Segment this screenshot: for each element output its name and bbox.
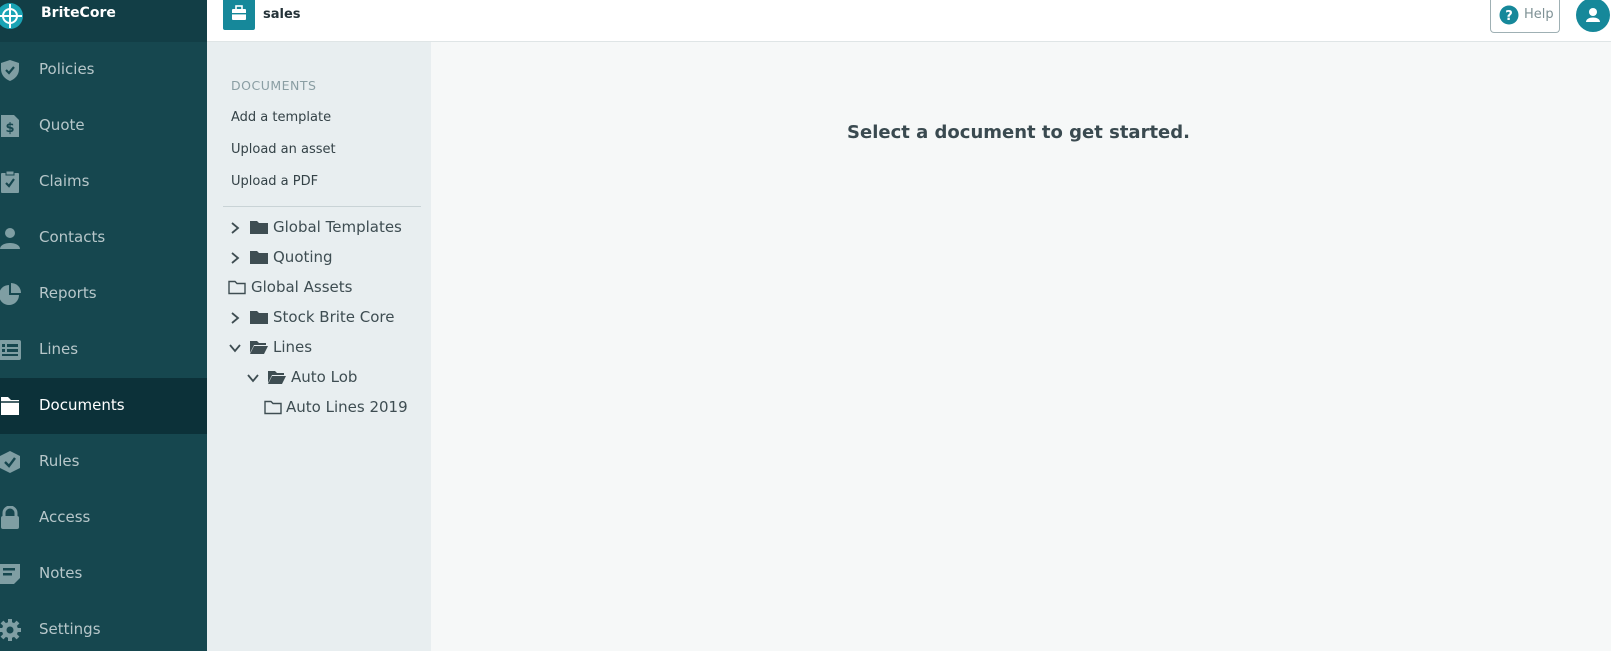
add-template-link[interactable]: Add a template xyxy=(231,110,331,125)
svg-text:$: $ xyxy=(5,121,14,136)
upload-asset-link[interactable]: Upload an asset xyxy=(231,142,336,157)
nav-label: Reports xyxy=(39,284,97,302)
nav-item-contacts[interactable]: Contacts xyxy=(0,210,207,266)
documents-panel: DOCUMENTS Add a template Upload an asset… xyxy=(207,42,431,651)
main-nav: BriteCore Policies $ Quote Claims Contac… xyxy=(0,0,207,651)
team-switcher[interactable] xyxy=(223,0,255,30)
user-avatar-icon xyxy=(1586,8,1600,22)
nav-item-rules[interactable]: Rules xyxy=(0,434,207,490)
tree-item-label: Auto Lob xyxy=(291,368,358,386)
clipboard-check-icon xyxy=(1,170,19,193)
folder-open-icon xyxy=(268,371,286,384)
chevron-right-icon xyxy=(231,252,240,264)
empty-state-message: Select a document to get started. xyxy=(847,122,1190,143)
tree-item-stock-brite-core[interactable]: Stock Brite Core xyxy=(228,306,428,330)
nav-label: Documents xyxy=(39,396,125,414)
nav-label: Notes xyxy=(39,564,83,582)
chevron-right-icon xyxy=(231,222,240,234)
gear-icon xyxy=(0,619,21,641)
tree-item-global-assets[interactable]: Global Assets xyxy=(228,276,428,300)
folder-open-icon xyxy=(250,341,268,354)
folder-outline-icon xyxy=(264,400,282,415)
divider xyxy=(223,206,421,207)
nav-item-policies[interactable]: Policies xyxy=(0,42,207,98)
note-icon xyxy=(0,564,20,584)
person-icon xyxy=(0,228,20,249)
britecore-logo-icon xyxy=(0,3,23,29)
folder-icon xyxy=(250,251,268,264)
lock-icon xyxy=(1,506,19,529)
tree-item-label: Global Assets xyxy=(251,278,353,296)
nav-label: Lines xyxy=(39,340,79,358)
question-circle-icon: ? xyxy=(1499,5,1519,25)
briefcase-icon xyxy=(232,5,246,20)
tree-item-auto-lines-2019[interactable]: Auto Lines 2019 xyxy=(264,396,428,420)
rules-icon xyxy=(0,451,20,473)
brand-name: BriteCore xyxy=(41,5,116,21)
folder-outline-icon xyxy=(228,280,246,295)
nav-label: Quote xyxy=(39,116,85,134)
top-bar: sales ? Help xyxy=(207,0,1611,42)
documents-heading: DOCUMENTS xyxy=(231,78,317,93)
nav-item-access[interactable]: Access xyxy=(0,490,207,546)
tree-item-label: Quoting xyxy=(273,248,333,266)
nav-item-notes[interactable]: Notes xyxy=(0,546,207,602)
nav-label: Claims xyxy=(39,172,90,190)
file-icon xyxy=(1,397,19,415)
svg-text:?: ? xyxy=(1505,9,1513,24)
main-content: Select a document to get started. xyxy=(431,42,1611,651)
tree-item-label: Lines xyxy=(273,338,313,356)
chevron-down-icon xyxy=(229,344,241,353)
user-menu-button[interactable] xyxy=(1576,0,1610,32)
tree-item-label: Stock Brite Core xyxy=(273,308,395,326)
nav-item-quote[interactable]: $ Quote xyxy=(0,98,207,154)
nav-label: Settings xyxy=(39,620,101,638)
folder-icon xyxy=(250,221,268,234)
chevron-right-icon xyxy=(231,312,240,324)
nav-item-documents[interactable]: Documents xyxy=(0,378,207,434)
nav-item-settings[interactable]: Settings xyxy=(0,602,207,651)
tree-item-global-templates[interactable]: Global Templates xyxy=(228,216,428,240)
dollar-document-icon: $ xyxy=(1,115,19,137)
folder-icon xyxy=(250,311,268,324)
nav-item-lines[interactable]: Lines xyxy=(0,322,207,378)
nav-label: Rules xyxy=(39,452,80,470)
tree-item-auto-lob[interactable]: Auto Lob xyxy=(246,366,428,390)
tree-item-label: Global Templates xyxy=(273,218,402,236)
list-icon xyxy=(0,340,21,360)
chevron-down-icon xyxy=(247,374,259,383)
tree-item-quoting[interactable]: Quoting xyxy=(228,246,428,270)
nav-item-reports[interactable]: Reports xyxy=(0,266,207,322)
shield-check-icon xyxy=(1,60,19,81)
nav-label: Contacts xyxy=(39,228,106,246)
brand-header[interactable]: BriteCore xyxy=(0,0,207,42)
nav-label: Policies xyxy=(39,60,95,78)
help-label: Help xyxy=(1524,7,1554,22)
team-name: sales xyxy=(263,7,301,22)
upload-pdf-link[interactable]: Upload a PDF xyxy=(231,174,318,189)
tree-item-label: Auto Lines 2019 xyxy=(286,398,408,416)
pie-chart-icon xyxy=(0,283,21,305)
tree-item-lines[interactable]: Lines xyxy=(228,336,428,360)
nav-label: Access xyxy=(39,508,91,526)
help-button[interactable]: ? Help xyxy=(1490,0,1560,33)
nav-item-claims[interactable]: Claims xyxy=(0,154,207,210)
